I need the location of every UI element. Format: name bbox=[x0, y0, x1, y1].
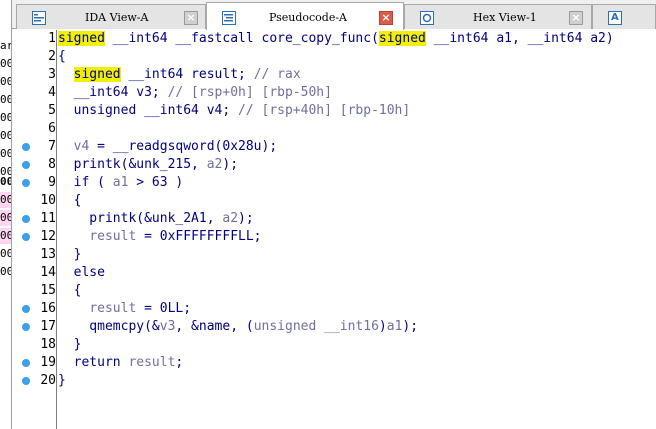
code-text: printk(&unk_215, a2); bbox=[58, 157, 239, 172]
line-number: 7 bbox=[48, 139, 56, 154]
ida-view-icon bbox=[32, 11, 46, 25]
breakpoint-dot-icon[interactable] bbox=[22, 359, 30, 367]
code-line[interactable]: 20} bbox=[12, 372, 656, 390]
code-line[interactable]: 9 if ( a1 > 63 ) bbox=[12, 174, 656, 192]
code-text: { bbox=[58, 49, 66, 64]
tab-hex-view-1[interactable]: Hex View-1 × bbox=[404, 4, 592, 29]
line-number: 12 bbox=[40, 229, 56, 244]
left-pane-partial[interactable]: ar 00 00 00 00 00 00 00 00 00 00 00 00 0… bbox=[0, 0, 12, 429]
left-pane-line: 00 bbox=[0, 93, 12, 106]
tab-label: A bbox=[611, 12, 619, 23]
breakpoint-dot-icon[interactable] bbox=[22, 179, 30, 187]
line-number: 19 bbox=[40, 355, 56, 370]
left-pane-line: 00 bbox=[0, 111, 12, 124]
code-text: signed __int64 result; // rax bbox=[73, 67, 301, 82]
code-text: result = 0xFFFFFFFFLL; bbox=[89, 229, 262, 244]
code-text: if ( a1 > 63 ) bbox=[58, 175, 184, 190]
left-pane-line: ar bbox=[0, 39, 12, 52]
line-number: 20 bbox=[40, 373, 56, 388]
code-line[interactable]: 5 unsigned __int64 v4; // [rsp+40h] [rbp… bbox=[12, 102, 656, 120]
code-text: } bbox=[58, 337, 82, 352]
left-pane-line: 00 bbox=[0, 147, 12, 160]
left-pane-line: 00 bbox=[0, 228, 12, 244]
code-text: { bbox=[58, 283, 82, 298]
line-number: 16 bbox=[40, 301, 56, 316]
code-line[interactable]: 11 printk(&unk_2A1, a2); bbox=[12, 210, 656, 228]
line-number: 17 bbox=[40, 319, 56, 334]
breakpoint-dot-icon[interactable] bbox=[22, 233, 30, 241]
code-line[interactable]: 19 return result; bbox=[12, 354, 656, 372]
pseudocode-icon bbox=[222, 11, 236, 25]
code-line[interactable]: 18 } bbox=[12, 336, 656, 354]
code-line[interactable]: 13 } bbox=[12, 246, 656, 264]
tab-structures[interactable]: A bbox=[592, 4, 656, 29]
code-line[interactable]: 7 v4 = __readgsqword(0x28u); bbox=[12, 138, 656, 156]
left-pane-line: 00 bbox=[0, 247, 12, 260]
breakpoint-dot-icon[interactable] bbox=[22, 323, 30, 331]
code-line[interactable]: 4 __int64 v3; // [rsp+0h] [rbp-50h] bbox=[12, 84, 656, 102]
code-text: result = 0LL; bbox=[89, 301, 192, 316]
code-line[interactable]: 10 { bbox=[12, 192, 656, 210]
code-text: v4 = __readgsqword(0x28u); bbox=[73, 139, 278, 154]
line-number: 6 bbox=[48, 121, 56, 136]
hex-view-icon bbox=[420, 11, 434, 25]
line-number: 13 bbox=[40, 247, 56, 262]
breakpoint-dot-icon[interactable] bbox=[22, 377, 30, 385]
breakpoint-dot-icon[interactable] bbox=[22, 143, 30, 151]
line-number: 11 bbox=[40, 211, 56, 226]
code-line[interactable]: 8 printk(&unk_215, a2); bbox=[12, 156, 656, 174]
tab-label: Pseudocode-A bbox=[269, 11, 348, 24]
breakpoint-dot-icon[interactable] bbox=[22, 305, 30, 313]
line-number: 10 bbox=[40, 193, 56, 208]
line-number: 5 bbox=[48, 103, 56, 118]
left-pane-line: 00 bbox=[0, 265, 12, 278]
code-line[interactable]: 17 qmemcpy(&v3, &name, (unsigned __int16… bbox=[12, 318, 656, 336]
breakpoint-dot-icon[interactable] bbox=[22, 161, 30, 169]
close-icon[interactable]: × bbox=[379, 11, 393, 25]
code-text: return result; bbox=[58, 355, 184, 370]
code-line[interactable]: 3 signed __int64 result; // rax bbox=[12, 66, 656, 84]
left-pane-line: 00 bbox=[0, 192, 12, 208]
code-line[interactable]: 16 result = 0LL; bbox=[12, 300, 656, 318]
code-line[interactable]: 2{ bbox=[12, 48, 656, 66]
line-number: 4 bbox=[48, 85, 56, 100]
left-pane-line: 00 bbox=[0, 210, 12, 226]
tab-ida-view-a[interactable]: IDA View-A × bbox=[16, 4, 206, 29]
tab-label: IDA View-A bbox=[85, 11, 149, 24]
code-text: qmemcpy(&v3, &name, (unsigned __int16)a1… bbox=[58, 319, 419, 334]
code-text: else bbox=[58, 265, 105, 280]
tab-label: Hex View-1 bbox=[473, 11, 537, 24]
code-line[interactable]: 15 { bbox=[12, 282, 656, 300]
line-number: 18 bbox=[40, 337, 56, 352]
code-text: } bbox=[58, 247, 82, 262]
left-pane-line: 00 bbox=[0, 57, 12, 70]
code-line[interactable]: 1 signed __int64 __fastcall core_copy_fun… bbox=[12, 30, 656, 48]
line-number: 9 bbox=[48, 175, 56, 190]
code-text: unsigned __int64 v4; // [rsp+40h] [rbp-1… bbox=[58, 103, 411, 118]
left-pane-line: 00 bbox=[0, 129, 12, 142]
breakpoint-dot-icon[interactable] bbox=[22, 215, 30, 223]
line-number: 15 bbox=[40, 283, 56, 298]
line-number: 14 bbox=[40, 265, 56, 280]
line-number: 3 bbox=[48, 67, 56, 82]
tab-bar: IDA View-A × Pseudocode-A × Hex View-1 ×… bbox=[12, 0, 656, 30]
line-number: 8 bbox=[48, 157, 56, 172]
code-text: __int64 v3; // [rsp+0h] [rbp-50h] bbox=[58, 85, 332, 100]
left-pane-line: 00 bbox=[0, 175, 12, 188]
close-icon[interactable]: × bbox=[184, 11, 198, 25]
code-line[interactable]: 12 result = 0xFFFFFFFFLL; bbox=[12, 228, 656, 246]
line-number: 1 bbox=[48, 31, 56, 46]
code-text: printk(&unk_2A1, a2); bbox=[58, 211, 254, 226]
left-pane-line: 00 bbox=[0, 75, 12, 88]
close-icon[interactable]: × bbox=[569, 11, 583, 25]
code-text: } bbox=[58, 373, 66, 388]
tab-pseudocode-a[interactable]: Pseudocode-A × bbox=[206, 2, 404, 30]
line-number: 2 bbox=[48, 49, 56, 64]
code-text: signed __int64 __fastcall core_copy_func… bbox=[58, 31, 614, 46]
code-line[interactable]: 14 else bbox=[12, 264, 656, 282]
code-line[interactable]: 6 bbox=[12, 120, 656, 138]
pseudocode-view[interactable]: 1 signed __int64 __fastcall core_copy_fun… bbox=[12, 30, 656, 429]
code-text: { bbox=[58, 193, 82, 208]
